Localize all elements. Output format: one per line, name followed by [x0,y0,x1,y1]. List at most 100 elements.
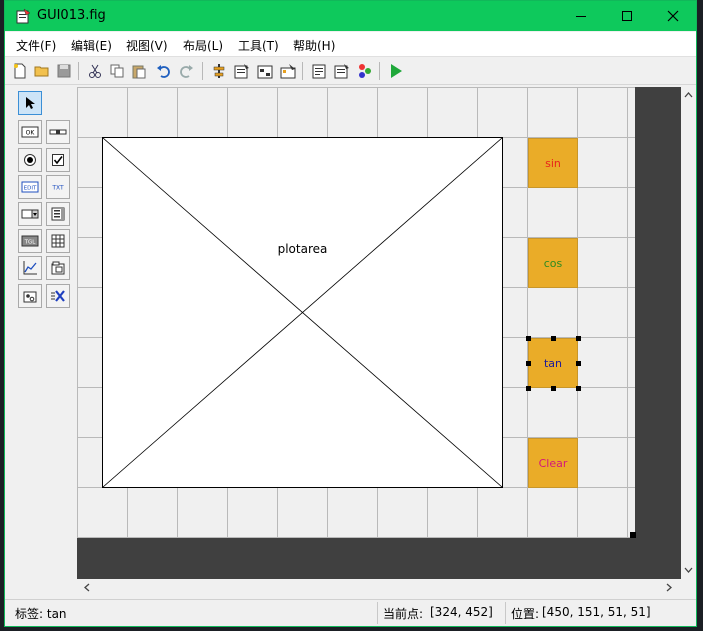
radio-button-tool[interactable] [18,148,42,172]
toolbar-editor-button[interactable] [278,61,298,81]
fig-file-icon [16,8,31,24]
table-tool[interactable] [46,229,70,253]
save-icon [57,64,71,78]
table-icon [51,234,65,248]
layout-editor-area[interactable]: plotarea sin cos tan Clear [77,87,681,579]
menu-layout[interactable]: 布局(L) [183,37,223,54]
listbox-icon [51,207,65,221]
status-divider [377,602,378,624]
save-button[interactable] [54,61,74,81]
arrow-pointer-icon [26,97,35,109]
popup-menu-icon [21,209,39,219]
window-title: GUI013.fig [37,8,106,23]
m-file-editor-icon [312,64,326,79]
menu-tools[interactable]: 工具(T) [238,37,279,54]
scroll-up-arrow-icon[interactable] [684,91,693,100]
maximize-button[interactable] [604,1,650,31]
resize-handle-n[interactable] [551,336,556,341]
open-button[interactable] [32,61,52,81]
copy-button[interactable] [107,61,127,81]
align-objects-button[interactable] [209,61,229,81]
toolbar-separator [302,62,303,80]
axes-tool[interactable] [18,256,42,280]
static-text-tool[interactable]: TXT [46,175,70,199]
resize-handle-se[interactable] [576,386,581,391]
status-tag: 标签: tan [15,607,67,621]
activex-control-tool[interactable] [46,284,70,308]
component-palette: OK EDIT TXT TGL [15,89,73,319]
menu-file[interactable]: 文件(F) [16,37,56,54]
editor-button[interactable] [309,61,329,81]
menu-view[interactable]: 视图(V) [126,37,168,54]
paste-button[interactable] [129,61,149,81]
select-tool[interactable] [18,91,42,115]
svg-text:EDIT: EDIT [24,186,37,192]
toolbar-separator [379,62,380,80]
edit-text-icon: EDIT [21,181,39,193]
resize-handle-s[interactable] [551,386,556,391]
scroll-down-arrow-icon[interactable] [684,565,693,574]
current-point-label: 当前点: [383,607,424,621]
checkbox-tool[interactable] [46,148,70,172]
toggle-button-icon: TGL [21,235,39,247]
axes-plotarea[interactable]: plotarea [102,137,503,488]
listbox-tool[interactable] [46,202,70,226]
position-value: [450, 151, 51, 51] [542,605,651,619]
resize-handle-nw[interactable] [526,336,531,341]
figure-resize-corner[interactable] [630,532,636,538]
minimize-button[interactable] [558,1,604,31]
cos-button[interactable]: cos [528,238,578,288]
axes-tag-label: plotarea [277,242,328,256]
property-inspector-button[interactable] [332,61,352,81]
close-icon [667,10,679,22]
close-button[interactable] [650,1,696,31]
align-icon [213,64,225,78]
menu-editor-button[interactable] [232,61,252,81]
redo-button[interactable] [176,61,196,81]
scroll-right-arrow-icon[interactable] [664,583,673,592]
menu-help[interactable]: 帮助(H) [293,37,335,54]
svg-text:TGL: TGL [24,240,37,246]
layout-grid-canvas[interactable]: plotarea sin cos tan Clear [77,87,636,538]
toggle-button-tool[interactable]: TGL [18,229,42,253]
resize-handle-sw[interactable] [526,386,531,391]
sin-button[interactable]: sin [528,138,578,188]
resize-handle-ne[interactable] [576,336,581,341]
tan-button[interactable]: tan [528,338,578,388]
new-button[interactable] [10,61,30,81]
axes-placeholder-cross [103,138,502,487]
popup-menu-tool[interactable] [18,202,42,226]
vertical-scrollbar[interactable] [681,87,696,579]
cos-button-label: cos [543,256,563,270]
button-group-icon [23,291,37,303]
open-folder-icon [34,66,49,77]
cut-icon [89,64,101,78]
cut-button[interactable] [85,61,105,81]
minimize-icon [576,16,586,17]
svg-text:OK: OK [26,130,36,137]
scroll-left-arrow-icon[interactable] [83,583,92,592]
undo-button[interactable] [154,61,174,81]
edit-text-tool[interactable]: EDIT [18,175,42,199]
object-browser-button[interactable] [355,61,375,81]
horizontal-scrollbar[interactable] [77,579,681,595]
run-play-icon [391,64,402,78]
slider-tool[interactable] [46,120,70,144]
resize-handle-e[interactable] [576,361,581,366]
toolbar [5,57,696,85]
menu-edit[interactable]: 编辑(E) [71,37,112,54]
toolbar-separator [202,62,203,80]
resize-handle-w[interactable] [526,361,531,366]
maximize-icon [622,11,632,21]
object-browser-icon [359,64,371,78]
status-divider [505,602,506,624]
panel-tool[interactable] [46,256,70,280]
push-button-tool[interactable]: OK [18,120,42,144]
clear-button[interactable]: Clear [528,438,578,488]
activex-x-icon [51,290,65,302]
svg-text:TXT: TXT [51,185,64,192]
tab-order-button[interactable] [255,61,275,81]
run-button[interactable] [386,61,406,81]
copy-icon [110,64,124,78]
button-group-tool[interactable] [18,284,42,308]
